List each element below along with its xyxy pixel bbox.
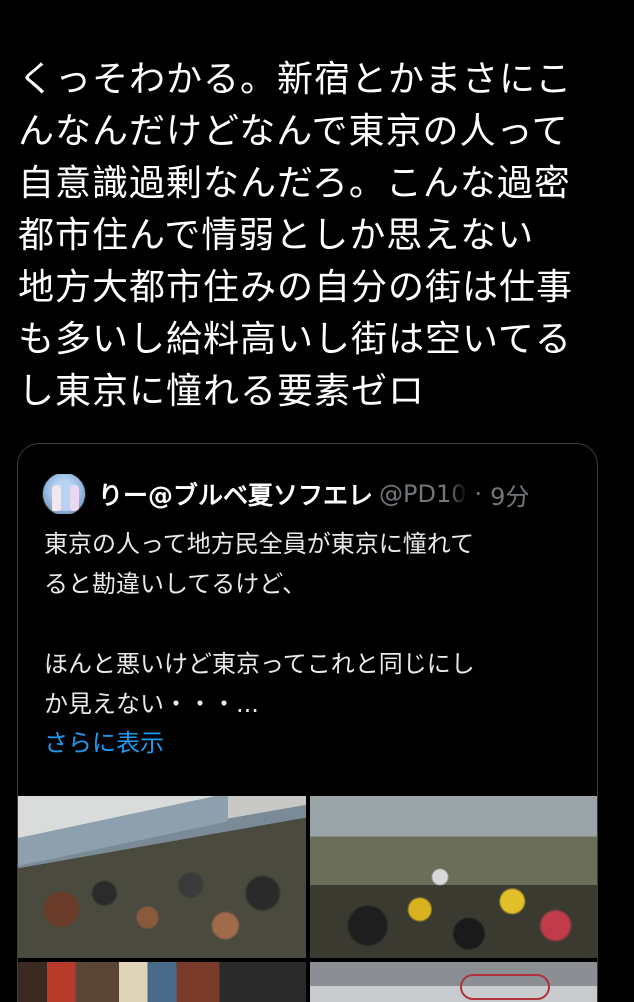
photo-traffic-street[interactable] [310,796,597,958]
tweet-text-line: 都市住んで情弱としか思えない [18,215,535,256]
tweet-text-line: んなんだけどなんで東京の人って [18,111,569,152]
tweet-text-line: も多いし給料高いし街は空いてる [18,319,572,360]
quoted-tweet-header: りー@ブルベ夏ソフエレ @PD10 · 9分 [42,474,582,514]
quoted-text-line: ると勘違いしてるけど、 [44,570,307,598]
quoted-text-line: か見えない・・・... [44,690,259,718]
tweet-text-line: し東京に憧れる要素ゼロ [18,371,426,412]
quoted-text-line: ほんと悪いけど東京ってこれと同じにし [44,650,475,678]
tweet-text-line: くっそわかる。新宿とかまさにこ [18,59,573,100]
tweet-text-line: 自意識過剰なんだろ。こんな過密 [18,163,571,204]
avatar[interactable] [42,474,86,514]
quoted-author-handle[interactable]: @PD10 [379,480,467,508]
quoted-text-line [44,604,584,644]
quoted-text-line: 東京の人って地方民全員が東京に憧れて [44,530,475,558]
photo-crowded-train[interactable] [18,796,306,958]
tweet-text-line: 地方大都市住みの自分の街は仕事 [18,267,574,308]
photo-train-interior[interactable] [310,962,597,1002]
quoted-tweet-card[interactable]: りー@ブルベ夏ソフエレ @PD10 · 9分 東京の人って地方民全員が東京に憧れ… [17,443,598,1002]
photo-market-street[interactable] [18,962,306,1002]
quoted-tweet-time[interactable]: 9分 [490,477,529,512]
show-more-link[interactable]: さらに表示 [44,726,164,760]
quoted-tweet-text: 東京の人って地方民全員が東京に憧れて ると勘違いしてるけど、 ほんと悪いけど東京… [44,524,584,724]
separator-dot: · [474,480,483,508]
quoted-author-name[interactable]: りー@ブルベ夏ソフエレ [98,476,373,512]
tweet-text: くっそわかる。新宿とかまさにこ んなんだけどなんで東京の人って 自意識過剰なんだ… [18,54,618,418]
